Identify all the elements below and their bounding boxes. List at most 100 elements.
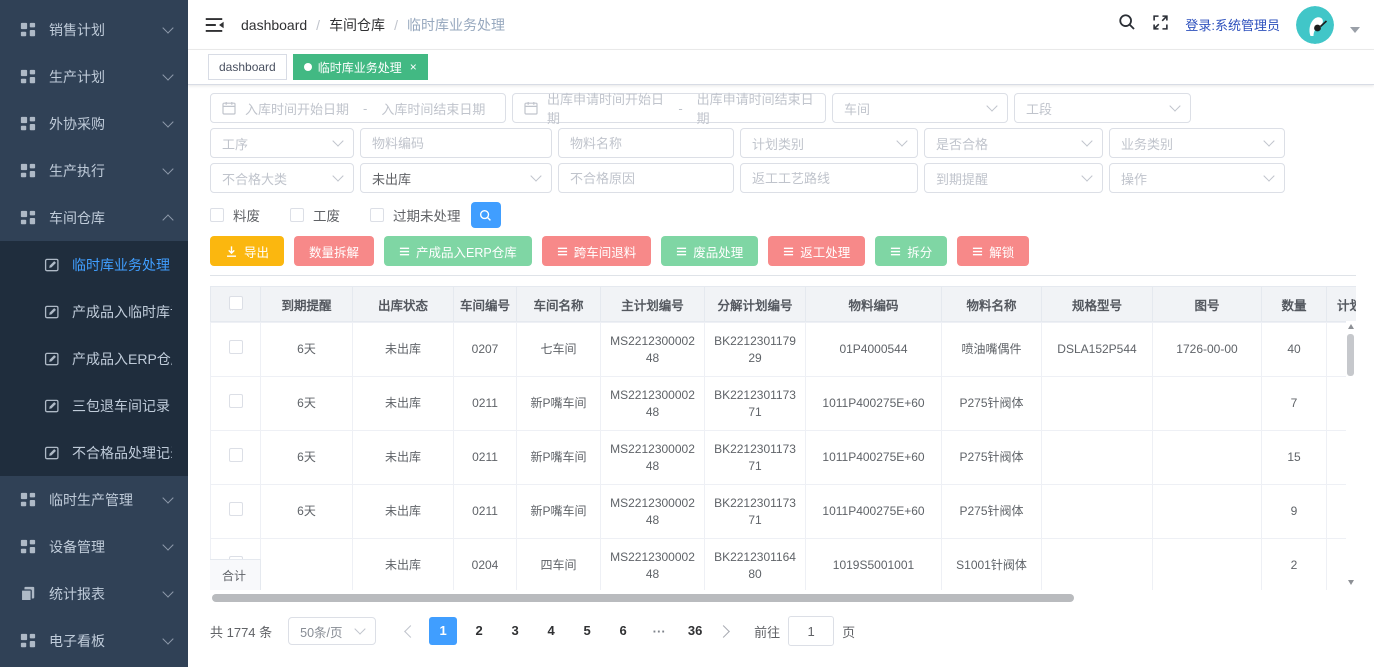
cell bbox=[261, 539, 353, 591]
fullscreen-icon[interactable] bbox=[1152, 14, 1169, 36]
goto-page-input[interactable] bbox=[788, 616, 834, 646]
checkbox-icon[interactable] bbox=[370, 208, 384, 222]
sidebar-submenu: 临时库业务处理 产成品入临时库记录 产成品入ERP仓库记录 三包退车间记录 不合… bbox=[0, 241, 188, 476]
qualified-select[interactable]: 是否合格 bbox=[924, 128, 1103, 158]
breadcrumb-workshop-warehouse[interactable]: 车间仓库 bbox=[329, 15, 385, 35]
sidebar-item-equipment[interactable]: 设备管理 bbox=[0, 523, 188, 570]
next-page-button[interactable] bbox=[717, 625, 730, 638]
export-button[interactable]: 导出 bbox=[210, 236, 284, 266]
quantity-split-button[interactable]: 数量拆解 bbox=[294, 236, 374, 266]
col-plan-clipped: 计划 bbox=[1327, 287, 1357, 322]
split-button[interactable]: 拆分 bbox=[875, 236, 947, 266]
section-select[interactable]: 工段 bbox=[1014, 93, 1191, 123]
defect-reason-input[interactable] bbox=[558, 163, 734, 193]
in-date-end-placeholder: 入库时间结束日期 bbox=[381, 99, 485, 118]
cell: 七车间 bbox=[517, 323, 601, 377]
due-reminder-select[interactable]: 到期提醒 bbox=[924, 163, 1103, 193]
scroll-down-icon[interactable] bbox=[1348, 580, 1354, 585]
edit-icon bbox=[44, 445, 59, 460]
sidebar-item-product-into-erp[interactable]: 产成品入ERP仓库记录 bbox=[0, 335, 188, 382]
horizontal-scrollbar-thumb[interactable] bbox=[212, 594, 1074, 602]
toolbar: 导出 数量拆解 产成品入ERP仓库 跨车间退料 废品处理 bbox=[210, 236, 1356, 266]
chevron-down-icon bbox=[332, 170, 343, 181]
material-scrap-checkbox[interactable]: 料废 bbox=[210, 205, 260, 225]
tab-dashboard[interactable]: dashboard bbox=[208, 54, 287, 80]
sidebar-item-workshop-warehouse[interactable]: 车间仓库 bbox=[0, 194, 188, 241]
col-workshop-name: 车间名称 bbox=[517, 287, 601, 322]
overdue-unhandled-checkbox[interactable]: 过期未处理 bbox=[370, 205, 461, 225]
sidebar-item-outsourcing[interactable]: 外协采购 bbox=[0, 100, 188, 147]
plan-type-select[interactable]: 计划类别 bbox=[740, 128, 918, 158]
chevron-down-icon bbox=[1169, 100, 1180, 111]
rework-route-input[interactable] bbox=[740, 163, 918, 193]
checkbox-icon[interactable] bbox=[210, 208, 224, 222]
cell: 6天 bbox=[261, 377, 353, 431]
chevron-down-icon[interactable] bbox=[1350, 27, 1360, 33]
sidebar-item-production-exec[interactable]: 生产执行 bbox=[0, 147, 188, 194]
row-checkbox[interactable] bbox=[229, 448, 243, 462]
hamburger-icon[interactable] bbox=[203, 14, 225, 36]
sidebar-item-temp-warehouse-business[interactable]: 临时库业务处理 bbox=[0, 241, 188, 288]
row-checkbox[interactable] bbox=[229, 502, 243, 516]
page-size-select[interactable]: 50条/页 bbox=[288, 617, 376, 645]
page-6[interactable]: 6 bbox=[609, 617, 637, 645]
sidebar-item-temp-production[interactable]: 临时生产管理 bbox=[0, 476, 188, 523]
unlock-button[interactable]: 解锁 bbox=[957, 236, 1029, 266]
more-pages-icon[interactable]: ··· bbox=[645, 624, 673, 639]
rework-handle-button[interactable]: 返工处理 bbox=[768, 236, 865, 266]
select-all-checkbox[interactable] bbox=[229, 296, 243, 310]
page-2[interactable]: 2 bbox=[465, 617, 493, 645]
sidebar-item-product-into-temp[interactable]: 产成品入临时库记录 bbox=[0, 288, 188, 335]
vertical-scrollbar-thumb[interactable] bbox=[1347, 334, 1354, 376]
button-label: 数量拆解 bbox=[309, 242, 359, 261]
cell bbox=[1042, 431, 1153, 485]
tab-temp-warehouse-business[interactable]: 临时库业务处理 × bbox=[293, 54, 428, 80]
sidebar-item-defective-records[interactable]: 不合格品处理记录 bbox=[0, 429, 188, 476]
row-checkbox[interactable] bbox=[229, 394, 243, 408]
page-1[interactable]: 1 bbox=[429, 617, 457, 645]
outbound-status-select[interactable]: 未出库 bbox=[360, 163, 552, 193]
select-all-cell bbox=[211, 287, 261, 322]
active-dot-icon bbox=[304, 63, 312, 71]
prev-page-button[interactable] bbox=[404, 625, 417, 638]
cell: 1726-00-00 bbox=[1153, 323, 1262, 377]
row-checkbox[interactable] bbox=[229, 340, 243, 354]
cell: 0211 bbox=[454, 431, 517, 485]
close-icon[interactable]: × bbox=[410, 61, 417, 73]
defect-category-select[interactable]: 不合格大类 bbox=[210, 163, 354, 193]
process-select[interactable]: 工序 bbox=[210, 128, 354, 158]
sidebar-item-label: 三包退车间记录 bbox=[72, 396, 172, 416]
scrap-handle-button[interactable]: 废品处理 bbox=[661, 236, 758, 266]
page-5[interactable]: 5 bbox=[573, 617, 601, 645]
operation-select[interactable]: 操作 bbox=[1109, 163, 1285, 193]
workshop-select[interactable]: 车间 bbox=[832, 93, 1008, 123]
sidebar-item-dashboard-board[interactable]: 电子看板 bbox=[0, 617, 188, 664]
avatar[interactable] bbox=[1296, 6, 1334, 44]
to-erp-warehouse-button[interactable]: 产成品入ERP仓库 bbox=[384, 236, 532, 266]
sidebar-item-label: 生产计划 bbox=[49, 67, 164, 87]
sidebar-item-statistics-report[interactable]: 统计报表 bbox=[0, 570, 188, 617]
material-name-input[interactable] bbox=[558, 128, 734, 158]
sidebar-item-sales-plan[interactable]: 销售计划 bbox=[0, 6, 188, 53]
login-user-label[interactable]: 登录:系统管理员 bbox=[1185, 15, 1280, 34]
total-count-label: 共 1774 条 bbox=[210, 622, 272, 641]
sidebar-item-warranty-return[interactable]: 三包退车间记录 bbox=[0, 382, 188, 429]
in-date-range-picker[interactable]: 入库时间开始日期 - 入库时间结束日期 bbox=[210, 93, 506, 123]
page-4[interactable]: 4 bbox=[537, 617, 565, 645]
sidebar-item-label: 生产执行 bbox=[49, 161, 164, 181]
in-date-start-placeholder: 入库时间开始日期 bbox=[245, 99, 349, 118]
out-date-range-picker[interactable]: 出库申请时间开始日期 - 出库申请时间结束日期 bbox=[512, 93, 826, 123]
sidebar-item-production-plan[interactable]: 生产计划 bbox=[0, 53, 188, 100]
page-3[interactable]: 3 bbox=[501, 617, 529, 645]
search-icon[interactable] bbox=[1118, 13, 1136, 36]
business-type-select[interactable]: 业务类别 bbox=[1109, 128, 1285, 158]
scroll-up-icon[interactable] bbox=[1348, 324, 1354, 329]
out-date-end-placeholder: 出库申请时间结束日期 bbox=[697, 89, 814, 127]
search-button[interactable] bbox=[471, 202, 501, 228]
cross-workshop-return-button[interactable]: 跨车间退料 bbox=[542, 236, 652, 266]
checkbox-icon[interactable] bbox=[290, 208, 304, 222]
material-code-input[interactable] bbox=[360, 128, 552, 158]
page-36[interactable]: 36 bbox=[681, 617, 709, 645]
process-scrap-checkbox[interactable]: 工废 bbox=[290, 205, 340, 225]
breadcrumb-dashboard[interactable]: dashboard bbox=[241, 17, 307, 33]
